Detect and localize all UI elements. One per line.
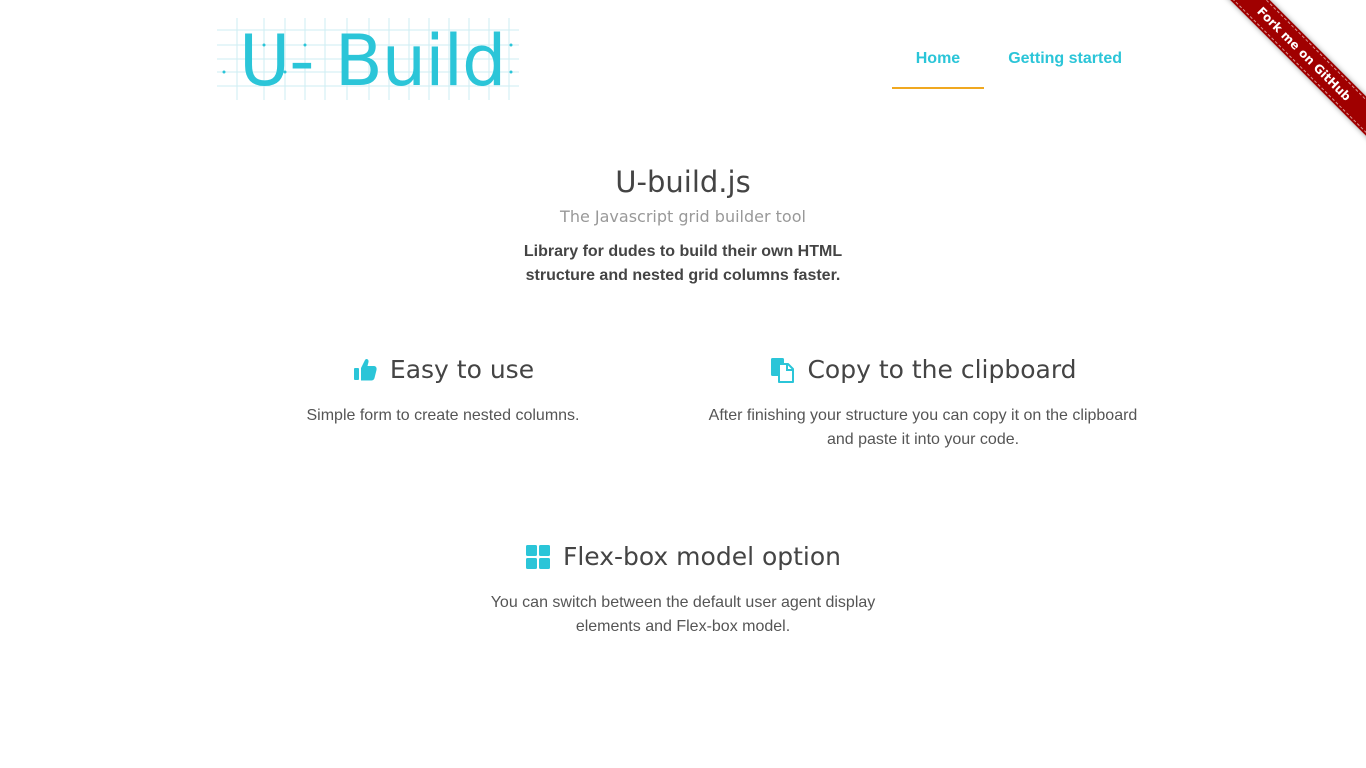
fork-ribbon: Fork me on GitHub xyxy=(1216,0,1366,150)
feature-description: Simple form to create nested columns. xyxy=(306,407,580,424)
logo[interactable]: U- Build xyxy=(217,18,519,100)
main-nav: Home Getting started xyxy=(891,30,1146,89)
clipboard-icon xyxy=(771,358,795,383)
page-subtitle: The Javascript grid builder tool xyxy=(560,207,806,226)
feature-copy-clipboard: Copy to the clipboard After finishing yo… xyxy=(703,354,1143,452)
nav-getting-started[interactable]: Getting started xyxy=(984,30,1146,89)
feature-title-text: Copy to the clipboard xyxy=(807,355,1077,384)
nav-home[interactable]: Home xyxy=(891,30,985,89)
grid-icon xyxy=(525,545,550,569)
feature-easy-to-use: Easy to use Simple form to create nested… xyxy=(283,354,603,428)
feature-description: After finishing your structure you can c… xyxy=(708,407,1138,448)
page-title: U-build.js xyxy=(615,165,751,199)
logo-text: U- Build xyxy=(239,20,506,102)
feature-title: Copy to the clipboard xyxy=(703,354,1143,386)
hero-description: Library for dudes to build their own HTM… xyxy=(523,243,843,284)
page: U- Build Home Getting started Fork me on… xyxy=(0,0,1366,768)
feature-title: Flex-box model option xyxy=(483,541,883,573)
feature-flexbox: Flex-box model option You can switch bet… xyxy=(483,541,883,639)
ribbon-band: Fork me on GitHub xyxy=(1216,0,1366,142)
fork-me-link[interactable]: Fork me on GitHub xyxy=(1217,0,1366,141)
feature-title-text: Flex-box model option xyxy=(562,542,842,571)
feature-description: You can switch between the default user … xyxy=(490,594,876,635)
thumbs-up-icon xyxy=(353,358,377,381)
feature-title: Easy to use xyxy=(283,354,603,386)
hero: U-build.js The Javascript grid builder t… xyxy=(0,162,1366,288)
feature-title-text: Easy to use xyxy=(389,355,535,384)
